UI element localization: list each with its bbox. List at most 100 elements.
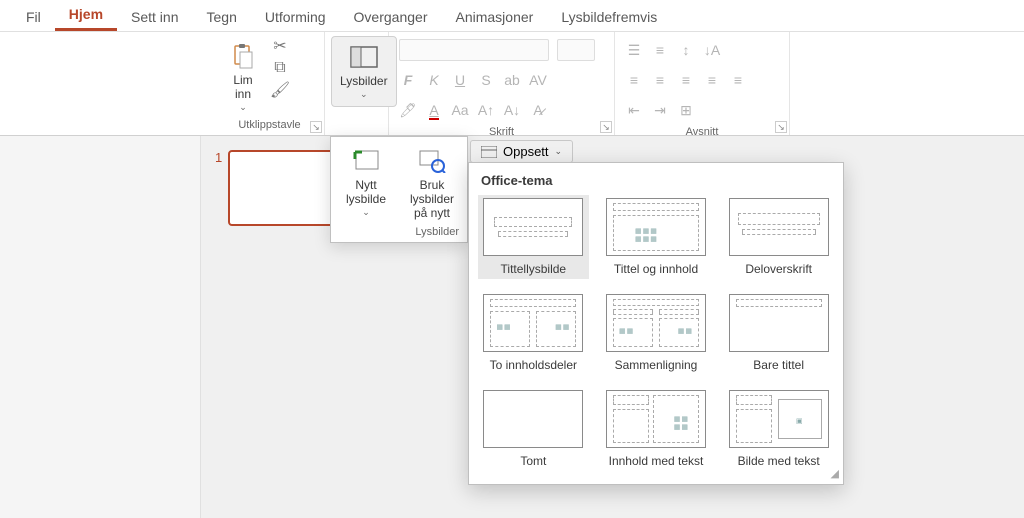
tab-lysbildefremvisning[interactable]: Lysbildefremvis: [547, 3, 671, 31]
highlight-button[interactable]: 🖊: [399, 102, 417, 119]
new-slide-button[interactable]: Nytt lysbilde ⌄: [333, 141, 399, 224]
layout-option-title-slide[interactable]: Tittellysbilde: [478, 195, 589, 279]
line-spacing-button[interactable]: ↕: [677, 42, 695, 58]
paste-button[interactable]: Lim inn ⌄: [221, 36, 265, 117]
layout-section-title: Office-tema: [481, 173, 831, 188]
format-painter-button[interactable]: 🖌: [270, 80, 290, 100]
ribbon: Lim inn ⌄ ✂ ⧉ 🖌 Utklippstavle ↘ Lysbilde…: [0, 32, 1024, 136]
layout-preview: [483, 390, 583, 448]
copy-button[interactable]: ⧉: [270, 58, 290, 78]
layout-label: Sammenligning: [615, 358, 698, 372]
reuse-slides-label: Bruk lysbilder på nytt: [405, 179, 459, 220]
layout-label: Tittellysbilde: [501, 262, 567, 276]
reuse-slides-button[interactable]: Bruk lysbilder på nytt: [399, 141, 465, 224]
group-font: F K U S ab AV 🖊 A Aa A↑ A↓ A̷ Skrift ↘: [389, 32, 615, 135]
layout-option-blank[interactable]: Tomt: [481, 390, 586, 468]
tab-hjem[interactable]: Hjem: [55, 0, 117, 31]
group-paragraph: ☰ ≡ ↕ ↓A ≡ ≡ ≡ ≡ ≡ ⇤ ⇥ ⊞ Avsnitt ↘: [615, 32, 790, 135]
layout-preview: [483, 198, 583, 256]
font-family-select[interactable]: [399, 39, 549, 61]
italic-button[interactable]: K: [425, 72, 443, 88]
slide-number: 1: [215, 150, 222, 165]
tab-utforming[interactable]: Utforming: [251, 3, 340, 31]
layout-label: Bilde med tekst: [738, 454, 820, 468]
slide-thumbnails-panel: 1: [215, 150, 334, 226]
layout-icon: [481, 146, 497, 158]
bold-button[interactable]: F: [399, 72, 417, 88]
align-right-button[interactable]: ≡: [677, 72, 695, 88]
layout-label: Bare tittel: [753, 358, 804, 372]
font-size-select[interactable]: [557, 39, 595, 61]
layout-label: Deloverskrift: [745, 262, 812, 276]
font-color-button[interactable]: A: [425, 102, 443, 118]
increase-font-button[interactable]: A↑: [477, 102, 495, 118]
layout-option-title-only[interactable]: Bare tittel: [726, 294, 831, 372]
change-case-button[interactable]: Aa: [451, 102, 469, 118]
main-tabs: Fil Hjem Sett inn Tegn Utforming Overgan…: [0, 0, 1024, 32]
bullets-button[interactable]: ☰: [625, 42, 643, 59]
layout-preview: ▣: [729, 390, 829, 448]
new-slide-icon: [350, 145, 382, 177]
slides-dropdown-popup: Nytt lysbilde ⌄ Bruk lysbilder på nytt L…: [330, 136, 468, 243]
slides-group-label: [331, 117, 382, 133]
text-shadow-button[interactable]: ab: [503, 72, 521, 88]
increase-indent-button[interactable]: ⇥: [651, 102, 669, 119]
tab-sett-inn[interactable]: Sett inn: [117, 3, 192, 31]
text-direction-button[interactable]: ↓A: [703, 42, 721, 58]
chevron-down-icon: ⌄: [360, 89, 368, 100]
layout-label: To innholdsdeler: [490, 358, 577, 372]
layout-preview: ▦▦ ▦▦: [606, 294, 706, 352]
layout-label: Innhold med tekst: [609, 454, 704, 468]
layout-option-section-header[interactable]: Deloverskrift: [726, 198, 831, 276]
layout-gallery-panel: Office-tema Tittellysbilde ▦▦▦▦▦▦ Tittel…: [468, 162, 844, 485]
layout-option-content-with-caption[interactable]: ▦▦▦▦ Innhold med tekst: [604, 390, 709, 468]
copy-icon: ⧉: [274, 59, 285, 77]
justify-button[interactable]: ≡: [703, 72, 721, 88]
slides-icon: [348, 41, 380, 73]
align-center-button[interactable]: ≡: [651, 72, 669, 88]
layout-label: Tittel og innhold: [614, 262, 698, 276]
decrease-font-button[interactable]: A↓: [503, 102, 521, 118]
new-slide-label: Nytt lysbilde: [346, 179, 386, 207]
align-text-button[interactable]: ≡: [729, 72, 747, 88]
slide-thumbnail-1[interactable]: [228, 150, 334, 226]
paragraph-launcher[interactable]: ↘: [775, 121, 787, 133]
font-launcher[interactable]: ↘: [600, 121, 612, 133]
clear-formatting-button[interactable]: A̷: [529, 102, 547, 118]
layout-option-two-content[interactable]: ▦▦ ▦▦ To innholdsdeler: [481, 294, 586, 372]
tab-tegn[interactable]: Tegn: [193, 3, 251, 31]
layout-option-comparison[interactable]: ▦▦ ▦▦ Sammenligning: [604, 294, 709, 372]
scissors-icon: ✂: [273, 36, 286, 56]
slides-dropdown-button[interactable]: Lysbilder ⌄: [331, 36, 397, 107]
chevron-down-icon: ⌄: [239, 102, 247, 113]
numbering-button[interactable]: ≡: [651, 42, 669, 58]
paste-icon: [227, 40, 259, 72]
clipboard-group-label: Utklippstavle: [221, 117, 318, 133]
layout-dropdown-button[interactable]: Oppsett ⌄: [470, 140, 573, 163]
character-spacing-button[interactable]: AV: [529, 72, 547, 88]
underline-button[interactable]: U: [451, 72, 469, 88]
layout-button-label: Oppsett: [503, 144, 549, 159]
columns-button[interactable]: ⊞: [677, 102, 695, 119]
lys-popup-label: Lysbilder: [333, 224, 465, 240]
layout-option-picture-with-caption[interactable]: ▣ Bilde med tekst: [726, 390, 831, 468]
decrease-indent-button[interactable]: ⇤: [625, 102, 643, 119]
slides-button-label: Lysbilder: [340, 75, 388, 89]
resize-grip-icon[interactable]: ◢: [831, 467, 839, 480]
align-left-button[interactable]: ≡: [625, 72, 643, 88]
layout-label: Tomt: [520, 454, 546, 468]
tab-animasjoner[interactable]: Animasjoner: [441, 3, 547, 31]
tab-overganger[interactable]: Overganger: [340, 3, 442, 31]
group-slides: Lysbilder ⌄: [325, 32, 389, 135]
cut-button[interactable]: ✂: [270, 36, 290, 56]
tab-fil[interactable]: Fil: [12, 3, 55, 31]
brush-icon: 🖌: [270, 80, 290, 100]
layout-preview: [729, 294, 829, 352]
strikethrough-button[interactable]: S: [477, 72, 495, 88]
layout-preview: ▦▦▦▦: [606, 390, 706, 448]
reuse-slides-icon: [416, 145, 448, 177]
clipboard-launcher[interactable]: ↘: [310, 121, 322, 133]
layout-option-title-content[interactable]: ▦▦▦▦▦▦ Tittel og innhold: [604, 198, 709, 276]
layout-preview: ▦▦▦▦▦▦: [606, 198, 706, 256]
layout-preview: [729, 198, 829, 256]
